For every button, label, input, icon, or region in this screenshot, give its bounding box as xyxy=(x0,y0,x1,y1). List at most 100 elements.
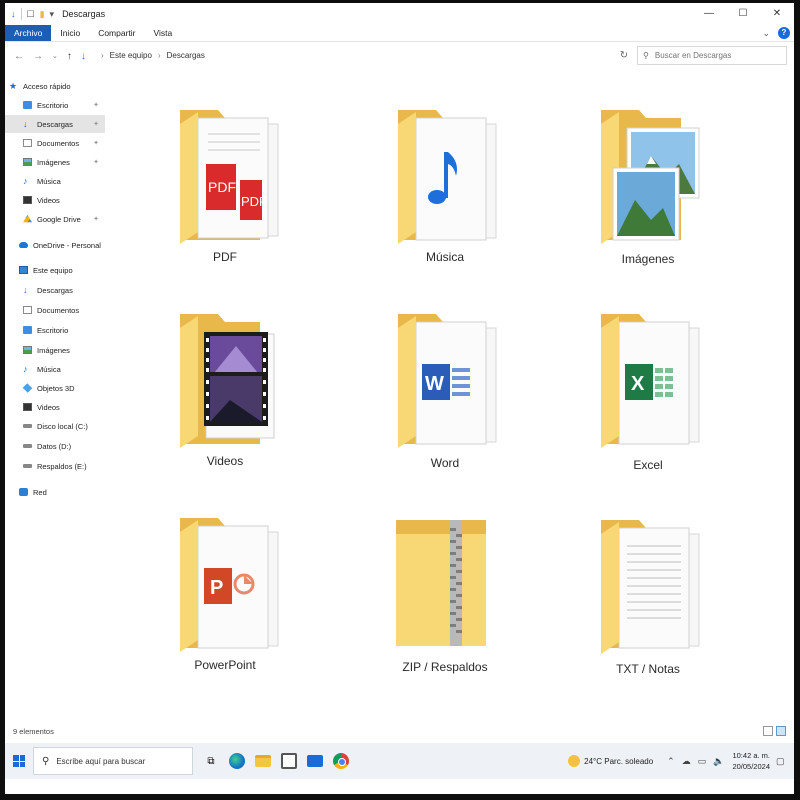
sidebar-item-descargas-pc[interactable]: ↓ Descargas xyxy=(5,281,105,299)
folder-music-icon xyxy=(398,110,497,244)
sidebar-label: Documentos xyxy=(37,138,80,148)
sidebar-item-descargas[interactable]: ↓ Descargas ✦ xyxy=(5,115,105,133)
volume-icon[interactable]: 🔈 xyxy=(713,756,724,767)
back-arrow-icon[interactable]: ← xyxy=(14,51,24,62)
sidebar-label: Red xyxy=(33,487,47,497)
sidebar-item-respaldos-e[interactable]: Respaldos (E:) xyxy=(5,457,105,475)
windows-logo-icon xyxy=(13,755,25,767)
refresh-icon[interactable]: ↻ xyxy=(614,46,634,65)
taskbar-search-box[interactable]: ⚲ Escribe aquí para buscar xyxy=(33,747,193,775)
tab-vista[interactable]: Vista xyxy=(145,25,182,41)
network-icon[interactable]: ▭ xyxy=(698,756,707,767)
pin-icon: ✦ xyxy=(93,121,99,128)
minimize-button[interactable]: — xyxy=(692,3,726,25)
sidebar-item-escritorio[interactable]: Escritorio ✦ xyxy=(5,96,105,114)
taskbar-search-placeholder: Escribe aquí para buscar xyxy=(56,756,146,766)
properties-icon[interactable]: ☐ xyxy=(27,9,35,20)
folder-imagenes[interactable]: Imágenes xyxy=(543,72,753,272)
folder-excel[interactable]: X Excel xyxy=(543,276,753,476)
edge-icon[interactable] xyxy=(229,753,245,769)
drive-icon xyxy=(23,464,32,468)
folder-zip[interactable]: ZIP / Respaldos xyxy=(340,480,550,680)
sidebar-item-acceso-rapido[interactable]: ★ Acceso rápido xyxy=(9,77,109,95)
folder-txt[interactable]: TXT / Notas xyxy=(543,480,753,680)
address-bar[interactable]: › Este equipo › Descargas xyxy=(97,46,611,65)
chevron-right-icon: › xyxy=(101,51,104,60)
chevron-right-icon: › xyxy=(157,51,161,60)
sidebar-item-documentos-pc[interactable]: Documentos xyxy=(5,301,105,319)
search-icon: ⚲ xyxy=(643,51,649,60)
folder-musica[interactable]: Música xyxy=(340,72,550,272)
sidebar-item-imagenes-pc[interactable]: Imágenes xyxy=(5,341,105,359)
sidebar-item-onedrive[interactable]: OneDrive - Personal xyxy=(5,236,105,254)
weather-widget[interactable]: 24°C Parc. soleado xyxy=(568,755,653,767)
folder-videos[interactable]: Videos xyxy=(120,276,330,476)
large-icons-view-icon[interactable] xyxy=(776,726,786,736)
new-folder-icon[interactable]: ▮ xyxy=(40,9,45,20)
sidebar-item-este-equipo[interactable]: Este equipo xyxy=(5,261,105,279)
task-view-icon[interactable]: ⧉ xyxy=(203,753,219,769)
chevron-up-icon[interactable]: ⌃ xyxy=(667,756,675,767)
quick-access-toolbar: ↓ ☐ ▮ ▾ xyxy=(11,8,54,20)
expand-ribbon-icon[interactable]: ⌄ xyxy=(762,28,770,39)
tab-inicio[interactable]: Inicio xyxy=(51,25,89,41)
cloud-icon[interactable]: ☁ xyxy=(682,756,691,767)
breadcrumb-este-equipo[interactable]: Este equipo xyxy=(110,51,152,60)
customize-dropdown-icon[interactable]: ▾ xyxy=(50,9,55,20)
maximize-button[interactable]: ☐ xyxy=(726,3,760,25)
ribbon-help-area: ⌄ ? xyxy=(762,27,790,39)
sidebar-label: Música xyxy=(37,176,61,186)
videos-icon xyxy=(23,196,32,204)
file-explorer-icon[interactable] xyxy=(255,755,271,767)
this-pc-icon xyxy=(19,266,28,274)
folder-word[interactable]: W Word xyxy=(340,276,550,476)
clock[interactable]: 10:42 a. m. 20/05/2024 xyxy=(732,750,770,772)
sidebar-item-musica[interactable]: ♪ Música xyxy=(5,172,105,190)
folder-label: Excel xyxy=(633,458,663,472)
mail-icon[interactable] xyxy=(307,755,323,767)
search-box[interactable]: ⚲ xyxy=(637,46,787,65)
search-input[interactable] xyxy=(654,51,775,60)
sidebar-item-videos-pc[interactable]: Videos xyxy=(5,398,105,416)
navigation-pane: ★ Acceso rápido Escritorio ✦ ↓ Descargas… xyxy=(5,72,105,717)
save-download-icon[interactable]: ↓ xyxy=(11,9,16,19)
window-controls: — ☐ ✕ xyxy=(692,3,794,25)
store-icon[interactable] xyxy=(281,753,297,769)
help-button[interactable]: ? xyxy=(778,27,790,39)
folder-pdf-icon: PDF PDF xyxy=(180,110,279,244)
screen: ↓ ☐ ▮ ▾ Descargas — ☐ ✕ Archivo Inicio C… xyxy=(5,3,794,794)
up-arrow-icon[interactable]: ↑ xyxy=(67,51,72,62)
sidebar-item-documentos[interactable]: Documentos ✦ xyxy=(5,134,105,152)
folder-pdf[interactable]: PDF PDF PDF xyxy=(120,72,330,272)
pictures-icon xyxy=(23,346,32,354)
forward-arrow-icon[interactable]: → xyxy=(33,51,43,62)
status-bar: 9 elementos xyxy=(5,719,794,743)
chrome-icon[interactable] xyxy=(333,753,349,769)
svg-text:PDF: PDF xyxy=(241,194,267,209)
desktop-icon xyxy=(23,326,32,334)
sidebar-label: Escritorio xyxy=(37,325,69,335)
svg-text:W: W xyxy=(425,373,444,395)
sidebar-label: Disco local (C:) xyxy=(37,421,88,431)
folder-powerpoint[interactable]: P PowerPoint xyxy=(120,480,330,680)
sidebar-item-musica-pc[interactable]: ♪ Música xyxy=(5,360,105,378)
music-icon: ♪ xyxy=(23,176,28,186)
sidebar-item-videos[interactable]: Videos xyxy=(5,191,105,209)
notification-icon[interactable]: ▢ xyxy=(776,756,790,767)
sidebar-item-google-drive[interactable]: Google Drive ✦ xyxy=(5,210,105,228)
sidebar-item-red[interactable]: Red xyxy=(5,483,105,501)
folder-label: PowerPoint xyxy=(194,658,256,672)
close-button[interactable]: ✕ xyxy=(760,3,794,25)
details-view-icon[interactable] xyxy=(763,726,773,736)
sidebar-item-objetos-3d[interactable]: Objetos 3D xyxy=(5,379,105,397)
start-button[interactable] xyxy=(5,743,33,779)
svg-text:PDF: PDF xyxy=(208,179,236,195)
sidebar-item-escritorio-pc[interactable]: Escritorio xyxy=(5,321,105,339)
sidebar-item-imagenes[interactable]: Imágenes ✦ xyxy=(5,153,105,171)
recent-dropdown-icon[interactable]: ⌄ xyxy=(52,52,58,60)
tab-compartir[interactable]: Compartir xyxy=(89,25,144,41)
sidebar-item-disco-c[interactable]: Disco local (C:) xyxy=(5,417,105,435)
sidebar-item-datos-d[interactable]: Datos (D:) xyxy=(5,437,105,455)
tab-archivo[interactable]: Archivo xyxy=(5,25,52,41)
breadcrumb-descargas[interactable]: Descargas xyxy=(167,51,205,60)
